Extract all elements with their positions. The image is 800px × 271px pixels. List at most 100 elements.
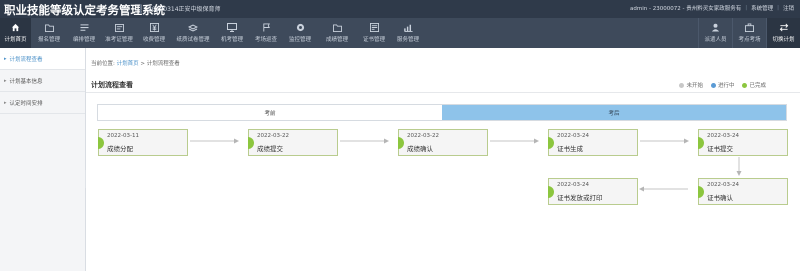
nav-exam-site[interactable]: 考点考场 — [732, 18, 766, 48]
ticket-icon — [114, 23, 124, 32]
nav-paper-exam[interactable]: 纸质试卷管理 — [171, 18, 215, 48]
step-name: 成绩确认 — [407, 145, 433, 153]
certificate-icon — [369, 23, 379, 32]
completed-marker-icon — [548, 137, 554, 149]
switch-icon — [779, 23, 789, 32]
step-date: 2022-03-11 — [107, 133, 139, 139]
system-manage-link[interactable]: 系统管理 — [751, 4, 773, 12]
paper-stack-icon — [188, 23, 198, 32]
nav-fee[interactable]: 收费管理 — [137, 18, 171, 48]
page-title: 计划流程查看 — [91, 81, 133, 89]
legend-not-started: 未开始 — [679, 81, 703, 89]
flow-step-score-confirm[interactable]: 2022-03-22 成绩确认 — [398, 129, 488, 156]
sidebar-item-label: 认定时间安排 — [9, 100, 43, 107]
phase-tabs: 考前 考后 — [97, 104, 787, 121]
breadcrumb-home-link[interactable]: 计划首页 — [117, 61, 139, 67]
flow-step-cert-confirm[interactable]: 2022-03-24 证书确认 — [698, 178, 788, 205]
step-date: 2022-03-24 — [557, 133, 589, 139]
chevron-right-icon: ▸ — [4, 99, 7, 106]
sidebar-item-label: 计划基本信息 — [9, 78, 43, 85]
nav-monitor[interactable]: 监控管理 — [283, 18, 317, 48]
sidebar: ▸ 计划流程查看 ▸ 计划基本信息 ▸ 认定时间安排 — [0, 48, 86, 271]
completed-marker-icon — [548, 186, 554, 198]
header-divider — [140, 4, 141, 14]
nav-registration[interactable]: 报名管理 — [31, 18, 67, 48]
sidebar-item-plan-info[interactable]: ▸ 计划基本信息 — [0, 70, 85, 92]
nav-label: 证书管理 — [362, 37, 385, 43]
step-date: 2022-03-24 — [707, 182, 739, 188]
list-icon — [79, 23, 89, 32]
legend-label: 未开始 — [686, 83, 703, 89]
sidebar-item-plan-flow[interactable]: ▸ 计划流程查看 — [0, 48, 85, 70]
nav-arrangement[interactable]: 编排管理 — [67, 18, 101, 48]
flow-step-score-allocation[interactable]: 2022-03-11 成绩分配 — [98, 129, 188, 156]
nav-label: 编排管理 — [72, 37, 95, 43]
nav-label: 派遣人员 — [704, 37, 727, 43]
yen-icon — [149, 23, 159, 32]
step-name: 证书生成 — [557, 145, 583, 153]
monitor-icon — [227, 23, 237, 32]
breadcrumb-prefix: 当前位置: — [91, 61, 115, 67]
completed-marker-icon — [698, 186, 704, 198]
folder-icon — [44, 23, 54, 32]
flow-step-cert-submit[interactable]: 2022-03-24 证书提交 — [698, 129, 788, 156]
status-dot-icon — [710, 82, 716, 88]
chevron-right-icon: ▸ — [4, 77, 7, 84]
flow-step-cert-issue-print[interactable]: 2022-03-24 证书发放或打印 — [548, 178, 638, 205]
nav-certificate[interactable]: 证书管理 — [357, 18, 391, 48]
nav-label: 机考管理 — [220, 37, 243, 43]
folder-icon — [332, 23, 342, 32]
flow-step-cert-generate[interactable]: 2022-03-24 证书生成 — [548, 129, 638, 156]
nav-label: 准考证管理 — [105, 37, 133, 43]
logout-link[interactable]: 注销 — [783, 4, 794, 12]
nav-inspection[interactable]: 考场巡查 — [249, 18, 283, 48]
briefcase-icon — [745, 23, 755, 32]
step-date: 2022-03-22 — [257, 133, 289, 139]
flow-step-score-submit[interactable]: 2022-03-22 成绩提交 — [248, 129, 338, 156]
status-dot-icon — [679, 82, 685, 88]
step-date: 2022-03-24 — [707, 133, 739, 139]
camera-icon — [295, 23, 305, 32]
home-icon — [11, 23, 21, 32]
breadcrumb: 当前位置: 计划首页 > 计划流程查看 — [91, 59, 180, 67]
top-header: 职业技能等级认定考务管理系统 20220314正安中级保育师 admin - 2… — [0, 0, 800, 18]
sidebar-item-schedule[interactable]: ▸ 认定时间安排 — [0, 92, 85, 114]
nav-label: 收费管理 — [142, 37, 165, 43]
breadcrumb-separator: > — [140, 61, 145, 67]
nav-label: 纸质试卷管理 — [176, 37, 210, 43]
completed-marker-icon — [98, 137, 104, 149]
nav-label: 监控管理 — [288, 37, 311, 43]
header-separator: | — [777, 5, 779, 11]
step-date: 2022-03-24 — [557, 182, 589, 188]
step-name: 证书确认 — [707, 194, 733, 202]
main-content: 当前位置: 计划首页 > 计划流程查看 计划流程查看 未开始 进行中 已完成 考… — [86, 48, 800, 271]
user-info: admin - 23000072 - 贵州黔灵女家政服务有 — [630, 6, 742, 12]
completed-marker-icon — [698, 137, 704, 149]
nav-label: 报名管理 — [37, 37, 60, 43]
nav-computer-exam[interactable]: 机考管理 — [215, 18, 249, 48]
completed-marker-icon — [248, 137, 254, 149]
step-name: 证书提交 — [707, 145, 733, 153]
title-divider — [86, 92, 800, 93]
nav-switch-plan[interactable]: 切换计划 — [766, 18, 800, 48]
nav-score[interactable]: 成绩管理 — [317, 18, 357, 48]
nav-label: 考点考场 — [738, 37, 761, 43]
legend-label: 进行中 — [717, 83, 735, 89]
nav-label: 成绩管理 — [325, 37, 348, 43]
nav-plan-home[interactable]: 计划首页 — [0, 18, 31, 48]
chart-icon — [403, 23, 413, 32]
flag-icon — [261, 23, 271, 32]
nav-service[interactable]: 服务管理 — [391, 18, 425, 48]
phase-tab-before-exam[interactable]: 考前 — [98, 105, 442, 120]
person-icon — [711, 23, 721, 32]
header-separator: | — [745, 5, 748, 11]
chevron-right-icon: ▸ — [4, 55, 7, 62]
nav-label: 计划首页 — [4, 37, 27, 43]
current-plan-name: 20220314正安中级保育师 — [148, 6, 221, 13]
nav-admission-ticket[interactable]: 准考证管理 — [101, 18, 137, 48]
nav-dispatched-staff[interactable]: 派遣人员 — [698, 18, 732, 48]
legend-in-progress: 进行中 — [710, 81, 735, 89]
status-legend: 未开始 进行中 已完成 — [679, 81, 766, 89]
sidebar-item-label: 计划流程查看 — [9, 56, 43, 63]
phase-tab-after-exam[interactable]: 考后 — [442, 105, 786, 120]
